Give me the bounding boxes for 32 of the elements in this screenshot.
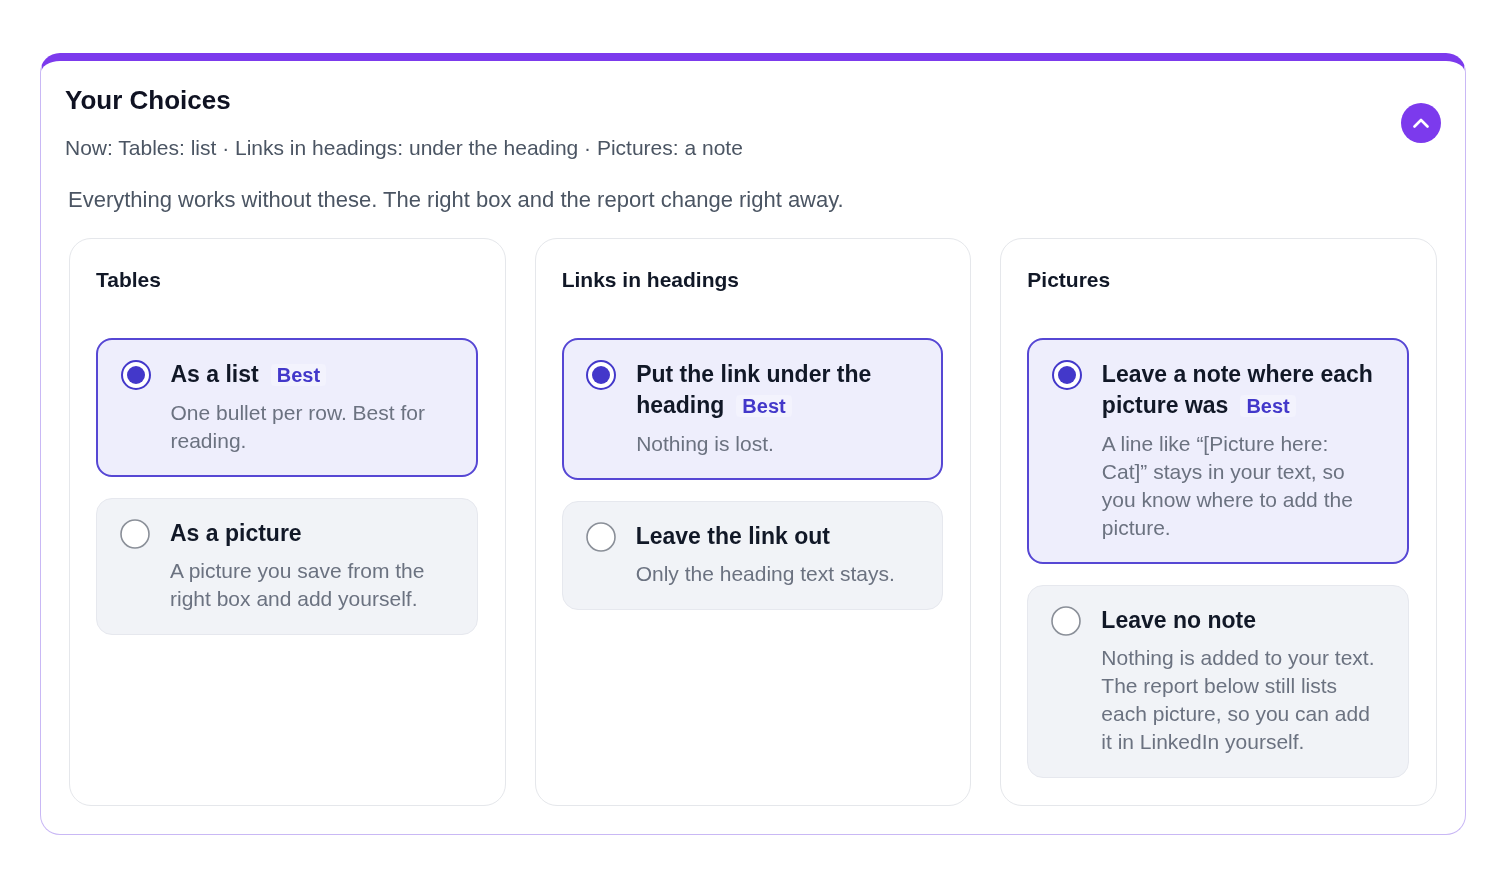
radio-selected-icon[interactable] xyxy=(1051,359,1082,390)
option-description: Only the heading text stays. xyxy=(635,561,895,587)
option-label: Put the link under the heading Best xyxy=(636,359,873,420)
collapse-button[interactable] xyxy=(1401,103,1441,143)
radio-selected-icon[interactable] xyxy=(586,359,617,390)
option-card[interactable]: As a picture A picture you save from the right box and add yourself. xyxy=(96,498,478,635)
option-description: A picture you save from the right box and add yourself. xyxy=(170,558,426,612)
option-label: As a list Best xyxy=(170,358,444,391)
option-card[interactable]: Leave no note Nothing is added to your text. The report below still lists each picture, so you can add it in LinkedIn yourself. xyxy=(1027,585,1409,778)
group-heading: Tables xyxy=(96,267,162,293)
group-heading: Links in headings xyxy=(561,267,741,293)
option-description: One bullet per row. Best for reading. xyxy=(170,399,426,454)
chevron-up-icon xyxy=(1413,118,1429,128)
intro-text: Everything works without these. The right box and the report change right away. xyxy=(68,186,845,214)
option-description: A line like “[Picture here: Cat]” stays in your text, so you know where to add the picture. xyxy=(1101,430,1354,541)
radio-icon[interactable] xyxy=(1051,606,1082,636)
option-label: Leave the link out xyxy=(635,522,831,551)
radio-selected-icon[interactable] xyxy=(120,359,151,390)
option-card[interactable]: Put the link under the heading Best Nothing is lost. xyxy=(561,338,944,480)
option-card[interactable]: As a list Best One bullet per row. Best for reading. xyxy=(96,338,478,477)
option-label: Leave no note xyxy=(1101,606,1257,635)
option-label: As a picture xyxy=(170,519,303,548)
radio-icon[interactable] xyxy=(120,519,150,549)
option-card[interactable]: Leave the link out Only the heading text stays. xyxy=(561,501,944,610)
radio-icon[interactable] xyxy=(585,522,616,552)
option-description: Nothing is added to your text. The report below still lists each picture, so you can add it in LinkedIn yourself. xyxy=(1101,645,1375,755)
option-label: Leave a note where each picture was Best xyxy=(1101,359,1374,420)
option-description: Nothing is lost. xyxy=(636,430,775,457)
group-heading: Pictures xyxy=(1027,267,1112,293)
panel-title: Your Choices xyxy=(65,84,232,116)
choices-summary: Now: Tables: list · Links in headings: under the heading · Pictures: a note xyxy=(65,135,743,161)
option-card[interactable]: Leave a note where each picture was Best A line like “[Picture here: Cat]” stays in your text, so you know where to add the picture. xyxy=(1027,338,1409,564)
